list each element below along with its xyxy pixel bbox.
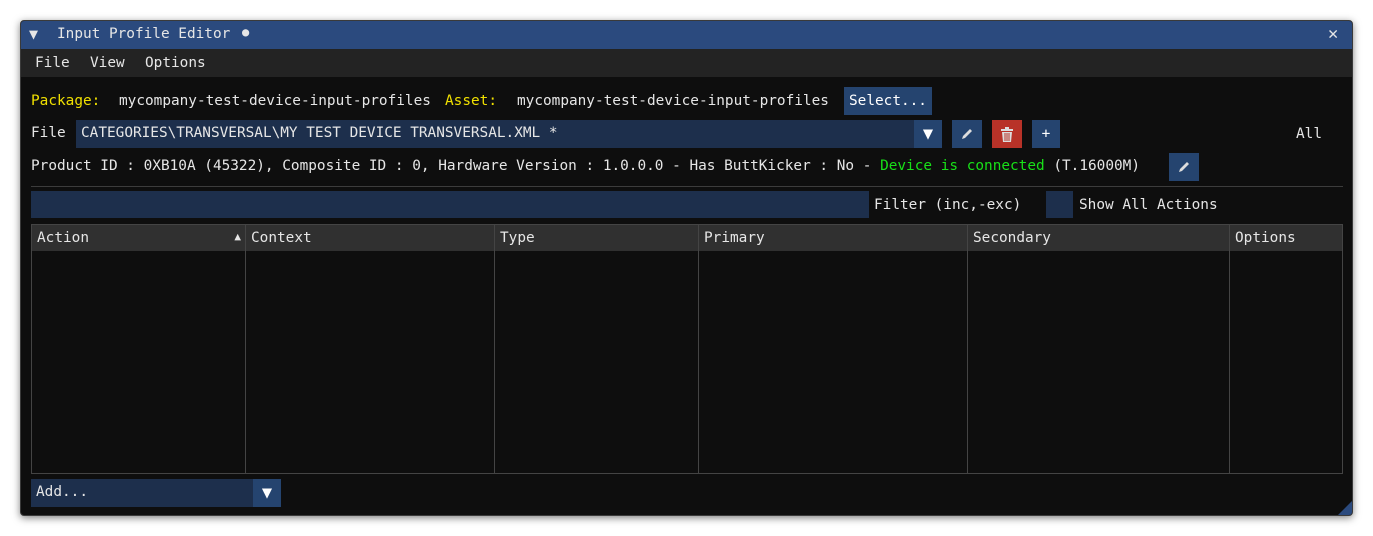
file-value: CATEGORIES\TRANSVERSAL\MY TEST DEVICE TR… bbox=[81, 125, 558, 141]
unsaved-dot-icon: ● bbox=[242, 25, 250, 39]
asset-value: mycompany-test-device-input-profiles bbox=[517, 93, 829, 109]
file-combo[interactable]: CATEGORIES\TRANSVERSAL\MY TEST DEVICE TR… bbox=[76, 120, 914, 148]
column-header-secondary[interactable]: Secondary bbox=[968, 225, 1230, 251]
show-all-actions-checkbox[interactable] bbox=[1046, 191, 1073, 218]
resize-grip[interactable] bbox=[1338, 501, 1352, 515]
window-title: Input Profile Editor bbox=[57, 26, 231, 42]
table-column bbox=[968, 251, 1230, 473]
select-button[interactable]: Select... bbox=[844, 87, 932, 115]
filter-input[interactable] bbox=[31, 191, 869, 218]
column-header-type[interactable]: Type bbox=[495, 225, 699, 251]
menu-bar: File View Options bbox=[21, 49, 1352, 77]
device-info-line: Product ID : 0XB10A (45322), Composite I… bbox=[31, 158, 1140, 174]
column-label: Action bbox=[37, 230, 89, 246]
column-header-action[interactable]: Action ▲ bbox=[32, 225, 246, 251]
sort-ascending-icon: ▲ bbox=[234, 230, 241, 243]
trash-icon bbox=[1001, 126, 1013, 142]
device-info: Product ID : 0XB10A (45322), Composite I… bbox=[31, 158, 881, 174]
actions-table: Action ▲ Context Type Primary Secondary O… bbox=[31, 224, 1343, 474]
package-value: mycompany-test-device-input-profiles bbox=[119, 93, 431, 109]
table-column bbox=[495, 251, 699, 473]
table-column bbox=[246, 251, 495, 473]
column-header-options[interactable]: Options bbox=[1230, 225, 1342, 251]
device-model: (T.16000M) bbox=[1053, 158, 1140, 174]
add-combo[interactable]: Add... bbox=[31, 479, 253, 507]
package-label: Package: bbox=[31, 93, 101, 109]
add-label: Add... bbox=[36, 484, 88, 500]
column-header-context[interactable]: Context bbox=[246, 225, 495, 251]
menu-file[interactable]: File bbox=[35, 55, 70, 71]
edit-device-button[interactable] bbox=[1169, 153, 1199, 181]
all-label[interactable]: All bbox=[1296, 126, 1322, 142]
delete-file-button[interactable] bbox=[992, 120, 1022, 148]
show-all-actions-label[interactable]: Show All Actions bbox=[1079, 197, 1218, 213]
menu-options[interactable]: Options bbox=[145, 55, 206, 71]
pencil-icon bbox=[1179, 162, 1189, 172]
divider bbox=[31, 186, 1343, 187]
pencil-icon bbox=[962, 129, 972, 139]
table-column bbox=[32, 251, 246, 473]
edit-file-button[interactable] bbox=[952, 120, 982, 148]
table-column bbox=[699, 251, 968, 473]
add-file-button[interactable]: + bbox=[1032, 120, 1060, 148]
file-dropdown-arrow-icon[interactable]: ▼ bbox=[914, 120, 942, 148]
add-dropdown-arrow-icon[interactable]: ▼ bbox=[253, 479, 281, 507]
input-profile-editor-window: ▼ Input Profile Editor ● ✕ File View Opt… bbox=[20, 20, 1353, 516]
filter-label: Filter (inc,-exc) bbox=[874, 197, 1022, 213]
file-label: File bbox=[31, 125, 66, 141]
title-bar[interactable]: ▼ Input Profile Editor ● ✕ bbox=[21, 21, 1352, 49]
column-header-primary[interactable]: Primary bbox=[699, 225, 968, 251]
asset-label: Asset: bbox=[445, 93, 497, 109]
close-icon[interactable]: ✕ bbox=[1328, 24, 1338, 44]
device-status: Device is connected bbox=[880, 158, 1045, 174]
menu-view[interactable]: View bbox=[90, 55, 125, 71]
collapse-triangle-icon[interactable]: ▼ bbox=[29, 25, 38, 43]
